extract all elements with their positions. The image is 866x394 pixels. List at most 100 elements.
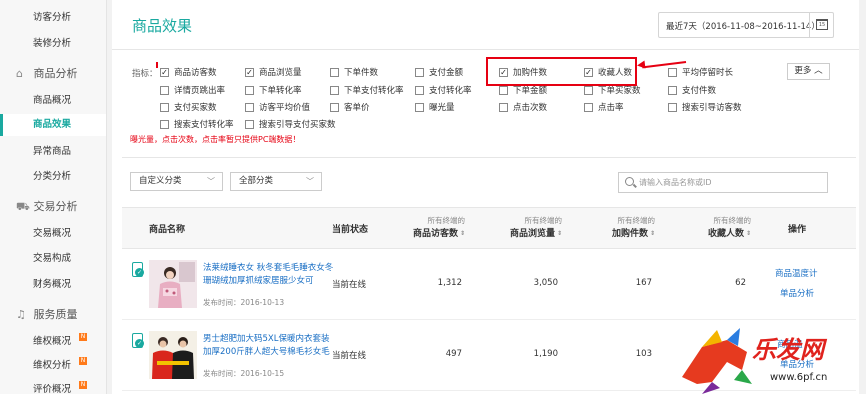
sort-icon[interactable]: ⇕ [460,230,465,237]
checkbox-label: 支付转化率 [429,86,472,96]
sidebar-item-abnormal-product[interactable]: 异常商品 [0,141,106,163]
metric-checkbox[interactable]: 搜索引导访客数 [668,102,742,114]
checkbox-box[interactable] [245,120,254,129]
category-select-custom[interactable]: 自定义分类 ﹀ [130,172,223,191]
checkbox-box[interactable] [584,103,593,112]
chevron-up-icon: ︿ [814,66,823,76]
metric-checkbox[interactable]: 支付金额 [415,67,463,79]
product-thumbnail[interactable] [149,260,197,308]
checkbox-box[interactable] [584,86,593,95]
col-visitors[interactable]: 所有终端的 商品访客数 ⇕ [375,215,465,239]
metric-checkbox[interactable]: 曝光量 [415,102,455,114]
metric-checkbox[interactable]: 搜索支付转化率 [160,119,234,131]
divider [122,157,856,158]
checkbox-box[interactable] [160,103,169,112]
sidebar-group-trade[interactable]: ⛟ 交易分析 [0,195,106,219]
checkbox-box[interactable] [668,68,677,77]
sidebar-group-service[interactable]: ♫ 服务质量 [0,303,106,327]
divider [112,49,866,50]
metric-checkbox[interactable]: 访客平均价值 [245,102,310,114]
chevron-down-icon: ﹀ [306,177,314,186]
sort-icon[interactable]: ⇕ [650,230,655,237]
date-range-picker[interactable]: 最近7天（2016-11-08~2016-11-14） 15 [658,12,834,38]
metric-checkbox[interactable]: 支付转化率 [415,85,472,97]
sidebar-item-rights-overview[interactable]: 维权概况 N [0,331,106,353]
mobile-device-icon [132,262,144,277]
sidebar-item-trade-composition[interactable]: 交易构成 [0,248,106,270]
sidebar-item-review-overview[interactable]: 评价概况 N [0,379,106,394]
sidebar-item-finance-overview[interactable]: 财务概况 [0,274,106,296]
sidebar-item-label: 评价概况 [33,384,72,394]
checkbox-box[interactable] [160,86,169,95]
col-label: 加购件数 [611,229,648,239]
checkbox-box[interactable] [668,86,677,95]
checkbox-box[interactable] [668,103,677,112]
sidebar-item-rights-analysis[interactable]: 维权分析 N [0,355,106,377]
search-icon [625,177,634,186]
checkbox-box[interactable] [415,68,424,77]
metric-checkbox[interactable]: 支付件数 [668,85,716,97]
checkbox-box[interactable] [415,86,424,95]
col-label: 收藏人数 [707,229,744,239]
col-favorites[interactable]: 所有终端的 收藏人数 ⇕ [661,215,751,239]
product-name-link[interactable]: 法莱绒睡衣女 秋冬套毛毛睡衣女冬 珊瑚绒加厚抓绒家居服少女可 [203,262,334,288]
checkbox-label: 客单价 [344,103,370,113]
metric-checkbox[interactable]: 点击次数 [499,102,547,114]
col-product-name: 商品名称 [149,225,186,235]
sidebar-item-product-overview[interactable]: 商品概况 [0,90,106,112]
checkbox-box[interactable] [499,86,508,95]
metric-checkbox[interactable]: 下单件数 [330,67,378,79]
checkbox-box[interactable]: ✓ [245,68,254,77]
metric-checkbox[interactable]: 客单价 [330,102,370,114]
checkbox-box[interactable] [330,68,339,77]
checkbox-box[interactable] [160,120,169,129]
sidebar-group-product[interactable]: ⌂ 商品分析 [0,62,106,86]
checkbox-label: 下单买家数 [598,86,641,96]
metric-checkbox[interactable]: 详情页跳出率 [160,85,225,97]
search-input[interactable] [639,175,819,190]
product-thumbnail[interactable] [149,331,197,379]
checkbox-label: 详情页跳出率 [174,86,226,96]
metric-checkbox[interactable]: 点击率 [584,102,624,114]
checkbox-box[interactable] [245,103,254,112]
metric-checkbox[interactable]: 下单金额 [499,85,547,97]
product-search[interactable] [618,172,828,193]
col-views[interactable]: 所有终端的 商品浏览量 ⇕ [472,215,562,239]
metric-checkbox[interactable]: 下单转化率 [245,85,302,97]
metric-checkbox[interactable]: 搜索引导支付买家数 [245,119,336,131]
checkbox-box[interactable] [415,103,424,112]
product-thermometer-link[interactable]: 商品温度计 [775,267,818,279]
highlight-box [486,57,637,86]
metric-checkbox[interactable]: 下单支付转化率 [330,85,404,97]
sidebar-item-category-analysis[interactable]: 分类分析 [0,166,106,188]
product-name-link[interactable]: 男士超肥加大码5XL保暖内衣套装 加厚200斤胖人超大号棉毛衫女毛 [203,333,334,359]
metrics-label: 指标： [132,69,158,79]
category-select-all[interactable]: 全部分类 ﹀ [230,172,322,191]
calendar-button[interactable]: 15 [809,13,833,37]
metric-checkbox[interactable]: ✓ 商品浏览量 [245,67,302,79]
checkbox-label: 搜索引导访客数 [682,103,742,113]
status-cell: 当前在线 [332,280,367,290]
more-metrics-button[interactable]: 更多 ︿ [787,63,830,80]
checkbox-box[interactable] [245,86,254,95]
checkbox-box[interactable] [330,86,339,95]
status-cell: 当前在线 [332,351,367,361]
checkbox-box[interactable] [330,103,339,112]
metric-checkbox[interactable]: ✓ 商品访客数 [160,67,217,79]
sidebar-item-decoration-analysis[interactable]: 装修分析 [0,33,106,55]
checkbox-box[interactable]: ✓ [160,68,169,77]
metric-checkbox[interactable]: 下单买家数 [584,85,641,97]
col-add-to-cart[interactable]: 所有终端的 加购件数 ⇕ [565,215,655,239]
sidebar-item-label: 维权分析 [33,360,72,371]
checkbox-box[interactable] [499,103,508,112]
sort-icon[interactable]: ⇕ [746,230,751,237]
sidebar-item-product-effect[interactable]: 商品效果 [0,114,106,136]
col-operations: 操作 [788,225,807,235]
select-value: 全部分类 [239,176,274,186]
sort-icon[interactable]: ⇕ [557,230,562,237]
sidebar-item-trade-overview[interactable]: 交易概况 [0,223,106,245]
single-product-analysis-link[interactable]: 单品分析 [780,287,814,299]
sidebar-item-visitor-analysis[interactable]: 访客分析 [0,7,106,29]
metric-checkbox[interactable]: 平均停留时长 [668,67,733,79]
metric-checkbox[interactable]: 支付买家数 [160,102,217,114]
